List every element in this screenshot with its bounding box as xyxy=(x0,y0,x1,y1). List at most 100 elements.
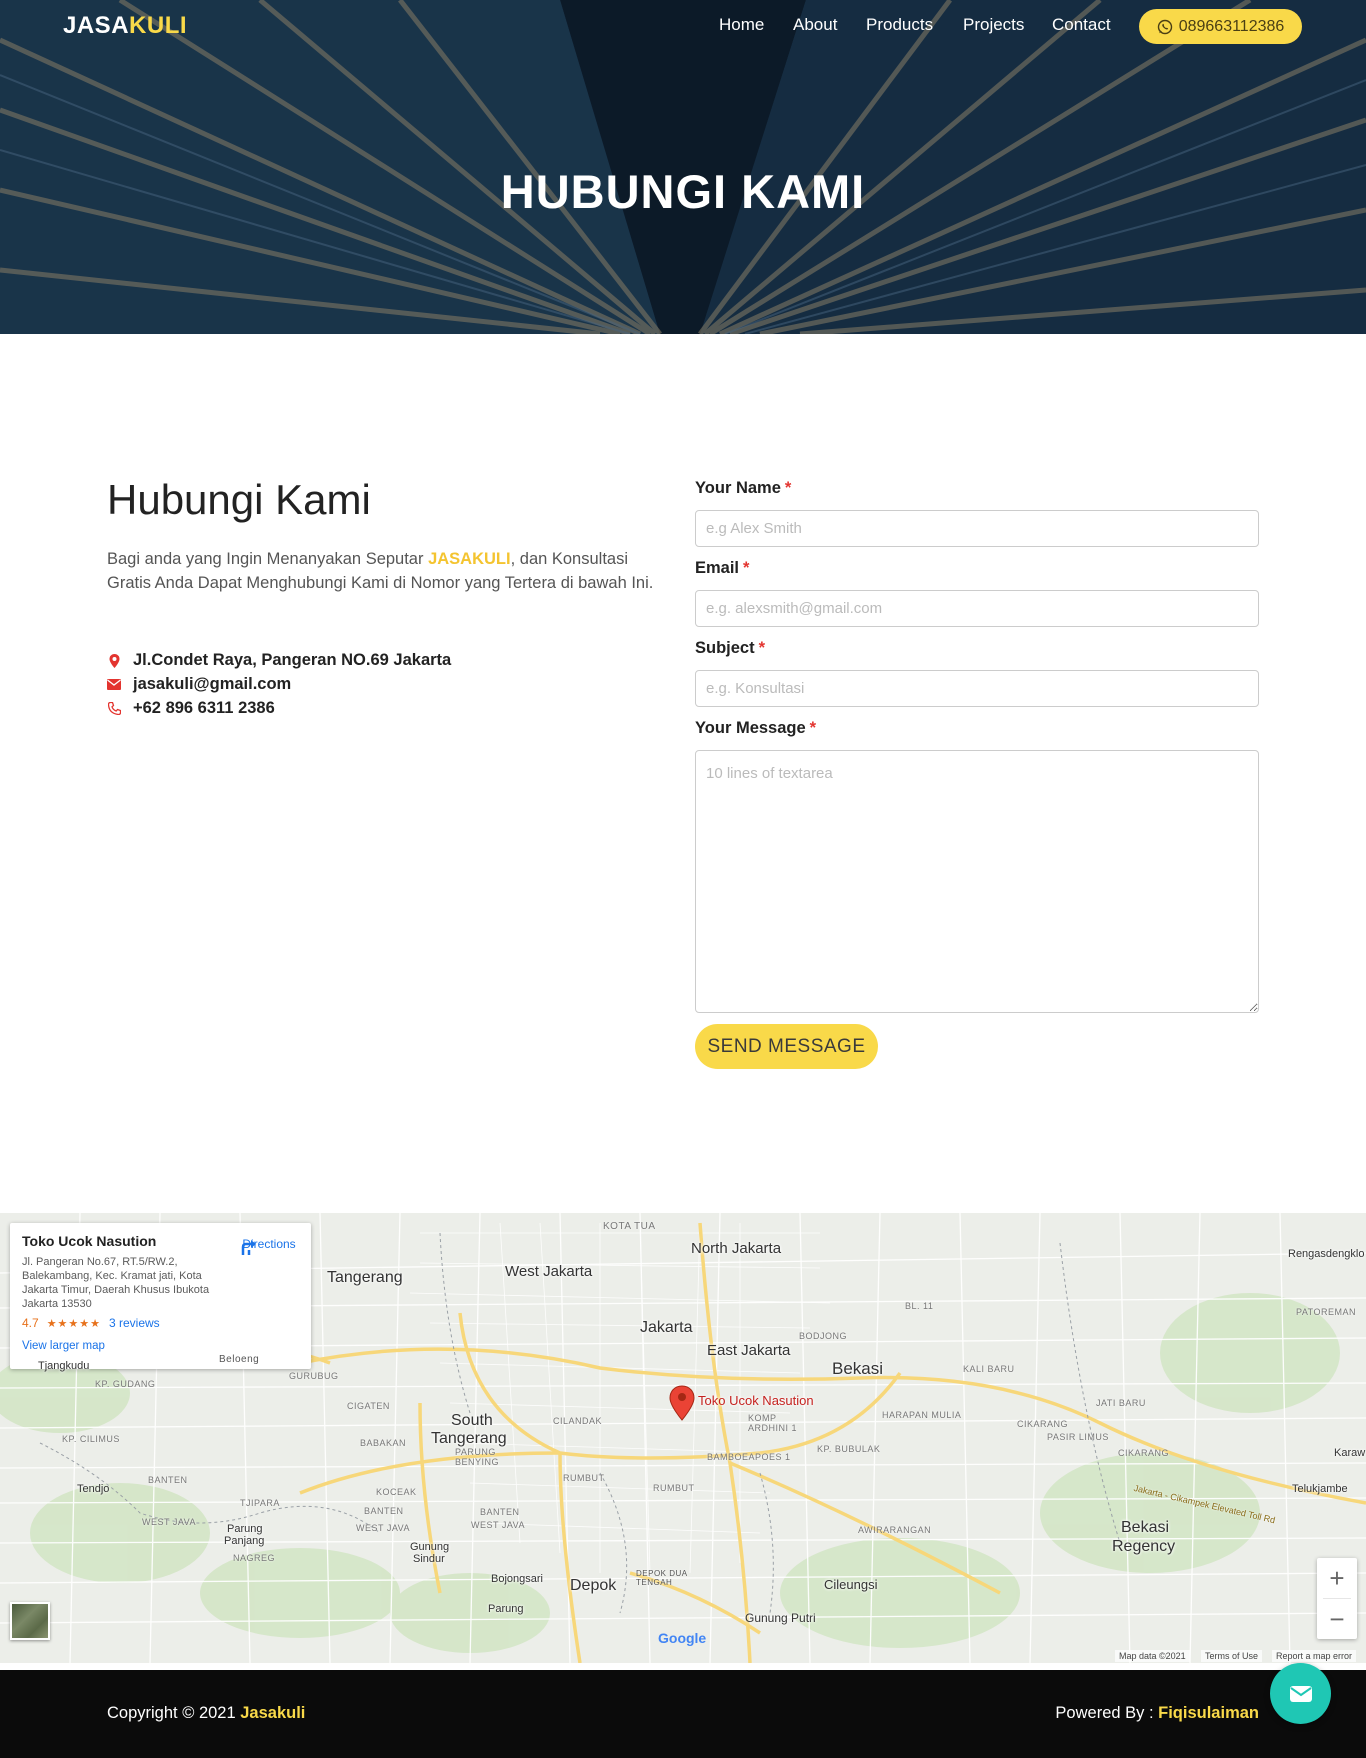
map-label-east-jakarta: East Jakarta xyxy=(707,1342,791,1359)
map-small-gurubug: GURUBUG xyxy=(289,1371,339,1381)
map-small-bodjong: BODJONG xyxy=(799,1331,848,1341)
zoom-in-button[interactable]: + xyxy=(1317,1558,1357,1598)
powered-brand[interactable]: Fiqisulaiman xyxy=(1158,1704,1259,1722)
map-label-cileungsi: Cileungsi xyxy=(824,1577,878,1592)
required-marker: * xyxy=(784,479,792,497)
subject-input[interactable] xyxy=(695,670,1259,707)
subject-label: Subject * xyxy=(695,639,765,658)
phone-row: +62 896 6311 2386 xyxy=(107,699,275,718)
report-map-error-link[interactable]: Report a map error xyxy=(1272,1650,1357,1662)
map-terms-link[interactable]: Terms of Use xyxy=(1201,1650,1263,1662)
required-marker: * xyxy=(758,639,766,657)
email-text[interactable]: jasakuli@gmail.com xyxy=(133,675,291,694)
pin-label[interactable]: Toko Ucok Nasution xyxy=(698,1393,814,1408)
google-logo: Google xyxy=(658,1630,706,1646)
message-label-text: Your Message xyxy=(695,719,806,737)
map-data-credit: Map data ©2021 xyxy=(1115,1650,1190,1662)
map-label-karawang: Karaw xyxy=(1334,1447,1366,1459)
zoom-out-button[interactable]: − xyxy=(1317,1599,1357,1639)
map-small-harapan-mulia: HARAPAN MULIA xyxy=(882,1410,962,1420)
description-text-start: Bagi anda yang Ingin Menanyakan Seputar xyxy=(107,550,429,568)
nav-link-about[interactable]: About xyxy=(793,15,837,35)
address-text: Jl.Condet Raya, Pangeran NO.69 Jakarta xyxy=(133,651,452,669)
required-marker: * xyxy=(743,559,750,577)
whatsapp-phone-button[interactable]: 089663112386 xyxy=(1139,9,1302,44)
map-small-kp-gudang: KP. GUDANG xyxy=(95,1379,156,1389)
name-label: Your Name * xyxy=(695,479,791,498)
directions-button[interactable]: Directions xyxy=(239,1237,299,1255)
email-input[interactable] xyxy=(695,590,1259,627)
map-small-banten-1: BANTEN xyxy=(148,1475,188,1485)
copyright-prefix: Copyright © 2021 xyxy=(107,1704,241,1722)
map-small-banten-2: BANTEN xyxy=(364,1506,404,1516)
google-map[interactable]: Toko Ucok Nasution Jl. Pangeran No.67, R… xyxy=(0,1213,1366,1663)
map-small-kota-tua: KOTA TUA xyxy=(603,1221,656,1232)
map-label-bekasi: Bekasi xyxy=(832,1359,884,1378)
map-marker-icon xyxy=(107,653,121,668)
map-small-west-java-2: WEST JAVA xyxy=(356,1523,411,1533)
page-title: HUBUNGI KAMI xyxy=(500,165,866,218)
phone-text[interactable]: +62 896 6311 2386 xyxy=(133,699,275,718)
map-label-bekasi-regency-2: Regency xyxy=(1112,1538,1176,1555)
map-label-bojongsari: Bojongsari xyxy=(491,1573,543,1585)
required-marker: * xyxy=(809,719,817,737)
map-small-rumbut-1: RUMBUT xyxy=(563,1473,605,1483)
nav-link-products[interactable]: Products xyxy=(866,15,933,35)
view-larger-map-link[interactable]: View larger map xyxy=(22,1340,299,1352)
map-small-patoreman: PATOREMAN xyxy=(1296,1307,1357,1317)
chat-button[interactable] xyxy=(1270,1663,1331,1724)
name-label-text: Your Name xyxy=(695,479,781,497)
map-label-gunung-sindur-2: Sindur xyxy=(413,1553,445,1565)
copyright-brand[interactable]: Jasakuli xyxy=(240,1704,305,1722)
rating-score: 4.7 xyxy=(22,1316,39,1330)
nav-link-projects[interactable]: Projects xyxy=(963,15,1024,35)
place-rating: 4.7 ★★★★★ 3 reviews xyxy=(22,1316,299,1330)
map-small-cigaten: CIGATEN xyxy=(347,1401,390,1411)
map-label-gunung-sindur: Gunung xyxy=(410,1541,450,1553)
map-label-gunung-putri: Gunung Putri xyxy=(745,1611,816,1625)
map-small-depok-dua: DEPOK DUA TENGAH xyxy=(636,1569,688,1587)
satellite-toggle[interactable] xyxy=(10,1602,50,1640)
map-small-kp-cilimus: KP. CILIMUS xyxy=(62,1434,120,1444)
email-label: Email * xyxy=(695,559,749,578)
contact-heading: Hubungi Kami xyxy=(107,476,371,523)
reviews-link[interactable]: 3 reviews xyxy=(109,1316,160,1330)
nav-link-home[interactable]: Home xyxy=(719,15,764,35)
email-row: jasakuli@gmail.com xyxy=(107,675,291,694)
map-small-cikarang-2: CIKARANG xyxy=(1118,1448,1170,1458)
hero-banner: JASAKULI Home About Products Projects Co… xyxy=(0,0,1366,334)
phone-number-text: 089663112386 xyxy=(1178,17,1285,35)
map-small-tjipara: TJIPARA xyxy=(240,1498,280,1508)
map-label-parung-panjang-2: Panjang xyxy=(224,1535,265,1547)
description-brand: JASAKULI xyxy=(428,550,511,568)
map-small-west-java-1: WEST JAVA xyxy=(142,1517,197,1527)
map-small-kp-bubulak: KP. BUBULAK xyxy=(817,1444,881,1454)
send-message-button[interactable]: SEND MESSAGE xyxy=(695,1024,878,1069)
powered-by-text: Powered By : Fiqisulaiman xyxy=(1055,1704,1259,1723)
map-label-north-jakarta: North Jakarta xyxy=(691,1240,782,1257)
map-small-kali-baru: KALI BARU xyxy=(963,1364,1015,1374)
whatsapp-icon xyxy=(1157,19,1172,34)
map-label-south-tangerang-2: Tangerang xyxy=(431,1430,507,1447)
map-small-parung-benying: PARUNG BENYING xyxy=(455,1447,500,1467)
map-small-koceak: KOCEAK xyxy=(376,1487,417,1497)
map-small-cikarang: CIKARANG xyxy=(1017,1419,1069,1429)
envelope-icon xyxy=(107,678,121,692)
email-label-text: Email xyxy=(695,559,740,577)
message-textarea[interactable] xyxy=(695,750,1259,1013)
name-input[interactable] xyxy=(695,510,1259,547)
map-label-tangerang: Tangerang xyxy=(327,1269,403,1286)
map-label-depok: Depok xyxy=(570,1577,617,1594)
phone-icon xyxy=(107,702,121,716)
map-small-nagreg: NAGREG xyxy=(233,1553,276,1563)
contact-description: Bagi anda yang Ingin Menanyakan Seputar … xyxy=(107,547,672,595)
map-label-rengasdengklok: Rengasdengklo xyxy=(1288,1248,1365,1260)
nav-link-contact[interactable]: Contact xyxy=(1052,15,1111,35)
logo-text-primary: JASA xyxy=(63,12,130,39)
map-small-rumbut-2: RUMBUT xyxy=(653,1483,695,1493)
map-label-south-tangerang: South xyxy=(451,1412,493,1429)
site-logo[interactable]: JASAKULI xyxy=(63,12,187,40)
map-small-awirarangan: AWIRARANGAN xyxy=(858,1525,932,1535)
map-small-jati-baru: JATI BARU xyxy=(1096,1398,1146,1408)
google-logo-text: Google xyxy=(658,1630,707,1646)
